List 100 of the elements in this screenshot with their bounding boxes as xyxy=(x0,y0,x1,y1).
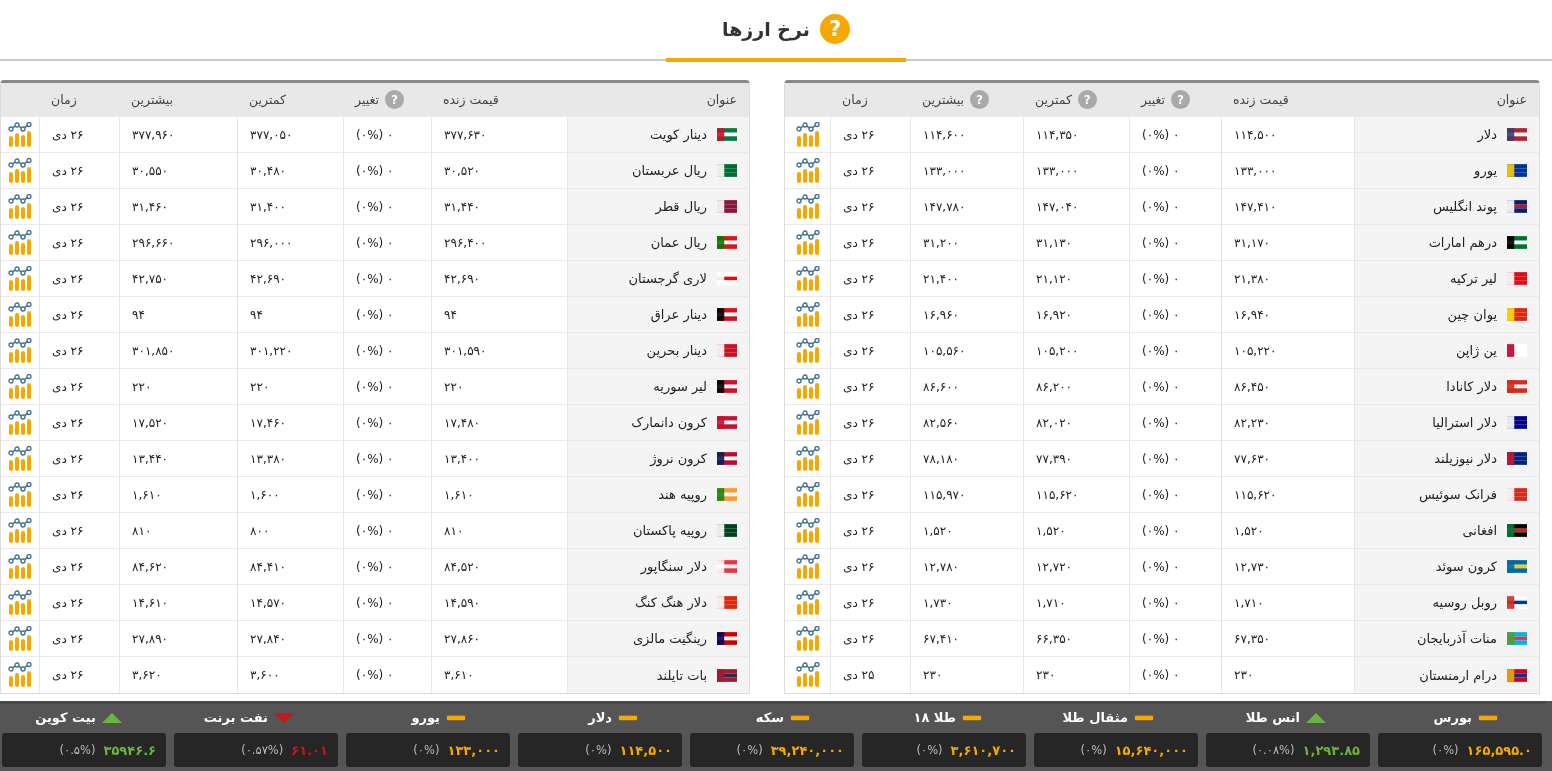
chart-icon[interactable] xyxy=(794,589,821,616)
table-cell: ۳۱,۲۰۰ xyxy=(910,225,1023,260)
currency-name-cell: روبل روسیه xyxy=(1354,585,1539,620)
ticker-label: بورس xyxy=(1433,710,1472,725)
chart-icon[interactable] xyxy=(794,121,821,148)
flag-icon xyxy=(717,560,737,573)
currency-name-cell: لیر ترکیه xyxy=(1354,261,1539,296)
table-cell: ۲۶ دی xyxy=(39,297,119,332)
table-cell: ۹۴ xyxy=(119,297,237,332)
chart-icon[interactable] xyxy=(7,337,33,364)
chart-icon[interactable] xyxy=(794,517,821,544)
chart-icon[interactable] xyxy=(7,553,33,580)
chart-icon[interactable] xyxy=(794,337,821,364)
flag-icon xyxy=(717,524,737,537)
table-cell: ۰ (۰%) xyxy=(343,297,431,332)
table-cell: ۹۴ xyxy=(431,297,567,332)
chart-icon[interactable] xyxy=(794,229,821,256)
table-cell: ۰ (۰%) xyxy=(1129,657,1221,693)
table-cell: ۱,۷۱۰ xyxy=(1221,585,1354,620)
chart-icon[interactable] xyxy=(7,625,33,652)
chart-icon[interactable] xyxy=(794,662,821,688)
table-cell: ۲۶ دی xyxy=(39,189,119,224)
flag-icon xyxy=(1507,416,1527,429)
table-cell: ۰ (۰%) xyxy=(1129,261,1221,296)
table-cell: ۱,۷۳۰ xyxy=(910,585,1023,620)
chart-icon[interactable] xyxy=(7,662,33,688)
chart-icon[interactable] xyxy=(7,121,33,148)
chart-icon[interactable] xyxy=(7,301,33,328)
currency-name-cell: ین ژاپن xyxy=(1354,333,1539,368)
table-cell: ۱۱۵,۶۲۰ xyxy=(1221,477,1354,512)
chart-icon[interactable] xyxy=(794,373,821,400)
table-cell: ۲۹۶,۰۰۰ xyxy=(237,225,343,260)
currency-name-cell: دلار سنگاپور xyxy=(567,549,749,584)
table-cell: ۲۶ دی xyxy=(830,513,910,548)
help-icon[interactable]: ? xyxy=(384,90,404,109)
table-cell: ۸۱۰ xyxy=(119,513,237,548)
ticker-change: (۰.۵۷%) xyxy=(241,743,284,757)
table-cell: ۲۶ دی xyxy=(830,477,910,512)
table-cell: ۲۹۶,۶۶۰ xyxy=(119,225,237,260)
flag-icon xyxy=(1507,380,1527,393)
chart-icon[interactable] xyxy=(7,265,33,292)
chart-icon[interactable] xyxy=(7,589,33,616)
table-cell: ۲۶ دی xyxy=(830,261,910,296)
currency-name-cell: یوان چین xyxy=(1354,297,1539,332)
table-cell: ۳,۶۱۰ xyxy=(431,657,567,693)
help-icon[interactable]: ? xyxy=(1170,90,1190,109)
chart-icon[interactable] xyxy=(7,193,33,220)
table-cell: ۱,۶۱۰ xyxy=(431,477,567,512)
table-cell: ۰ (۰%) xyxy=(343,261,431,296)
chart-icon[interactable] xyxy=(794,157,821,184)
chart-icon[interactable] xyxy=(7,445,33,472)
chart-icon[interactable] xyxy=(794,553,821,580)
chart-icon[interactable] xyxy=(7,157,33,184)
chart-icon[interactable] xyxy=(794,193,821,220)
currency-name-cell: بات تایلند xyxy=(567,657,749,693)
table-cell: ۰ (۰%) xyxy=(343,405,431,440)
table-cell: ۹۴ xyxy=(237,297,343,332)
chart-icon[interactable] xyxy=(7,229,33,256)
currency-name-cell: دینار کویت xyxy=(567,117,749,152)
currency-name-cell: افغانی xyxy=(1354,513,1539,548)
currency-name-cell: روپیه پاکستان xyxy=(567,513,749,548)
table-cell: ۲۱,۳۸۰ xyxy=(1221,261,1354,296)
chart-icon[interactable] xyxy=(7,481,33,508)
table-cell: ۰ (۰%) xyxy=(1129,189,1221,224)
table-cell: ۱,۵۲۰ xyxy=(910,513,1023,548)
flag-icon xyxy=(1507,488,1527,501)
table-cell: ۲۶ دی xyxy=(830,153,910,188)
help-icon[interactable]: ? xyxy=(970,90,990,109)
table-cell: ۲۶ دی xyxy=(39,585,119,620)
chart-icon[interactable] xyxy=(794,481,821,508)
flag-icon xyxy=(1507,560,1527,573)
table-cell: ۰ (۰%) xyxy=(343,369,431,404)
chart-icon[interactable] xyxy=(794,445,821,472)
help-icon[interactable]: ? xyxy=(1077,90,1097,109)
table-cell: ۲۶ دی xyxy=(830,549,910,584)
column-header: زمان xyxy=(841,91,869,110)
table-cell: ۲۳۰ xyxy=(1023,657,1129,693)
flag-icon xyxy=(1507,524,1527,537)
chart-icon[interactable] xyxy=(7,409,33,436)
table-cell: ۱۱۴,۵۰۰ xyxy=(1221,117,1354,152)
chart-icon[interactable] xyxy=(794,265,821,292)
currency-name-cell: لاری گرجستان xyxy=(567,261,749,296)
chart-icon[interactable] xyxy=(794,409,821,436)
table-cell: ۰ (۰%) xyxy=(343,477,431,512)
table-cell: ۶۷,۳۵۰ xyxy=(1221,621,1354,656)
column-header: تغییر ? xyxy=(1129,83,1221,116)
help-icon[interactable]: ? xyxy=(820,14,850,44)
table-cell: ۳۷۷,۰۵۰ xyxy=(237,117,343,152)
column-header: بیشترین ? xyxy=(910,83,1023,116)
flag-icon xyxy=(1507,128,1527,141)
ticker-change: (۰%) xyxy=(1432,743,1459,757)
flag-icon xyxy=(717,596,737,609)
table-cell: ۸۶,۴۵۰ xyxy=(1221,369,1354,404)
chart-icon[interactable] xyxy=(794,301,821,328)
table-cell: ۳۱,۱۳۰ xyxy=(1023,225,1129,260)
chart-icon[interactable] xyxy=(7,517,33,544)
flag-icon xyxy=(1507,452,1527,465)
chart-icon[interactable] xyxy=(794,625,821,652)
table-cell: ۲۶ دی xyxy=(830,189,910,224)
chart-icon[interactable] xyxy=(7,373,33,400)
